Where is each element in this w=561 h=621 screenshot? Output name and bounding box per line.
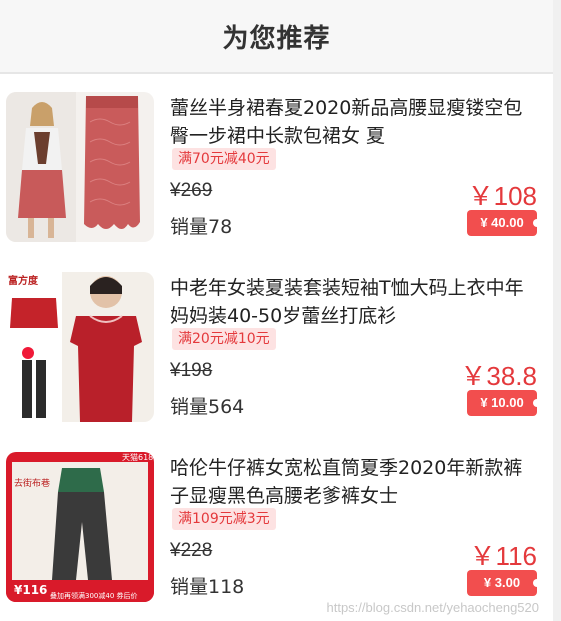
product-title[interactable]: 蕾丝半身裙春夏2020新品高腰显瘦镂空包臀一步裙中长款包裙女 夏 (170, 94, 540, 150)
product-title[interactable]: 哈伦牛仔裤女宽松直筒夏季2020年新款裤子显瘦黑色高腰老爹裤女士 (170, 454, 540, 510)
side-label: 去街布巷 (14, 477, 50, 489)
page-title: 为您推荐 (222, 23, 331, 54)
original-price: ¥269 (170, 180, 213, 201)
scrollbar[interactable] (553, 0, 561, 621)
product-image[interactable] (6, 92, 154, 242)
coupon-button[interactable]: ¥ 3.00 (467, 570, 541, 596)
promo-badge: 满20元减10元 (172, 328, 276, 350)
page-header: 为您推荐 (0, 0, 553, 74)
product-card[interactable]: 蕾丝半身裙春夏2020新品高腰显瘦镂空包臀一步裙中长款包裙女 夏 满70元减40… (0, 92, 553, 252)
product-image[interactable]: 富方度 送 (6, 272, 154, 422)
product-title[interactable]: 中老年女装夏装套装短袖T恤大码上衣中年妈妈装40-50岁蕾丝打底衫 (170, 274, 540, 330)
image-price: ¥116 (14, 583, 47, 597)
recommend-page: 为您推荐 蕾丝半身裙春夏2020新品高腰显瘦镂空包臀一步裙中长款包裙女 夏 满7… (0, 0, 553, 621)
original-price: ¥228 (170, 540, 213, 561)
current-price: ￥38.8 (460, 361, 537, 391)
watermark: https://blog.csdn.net/yehaocheng520 (326, 600, 540, 615)
brand-label: 富方度 (8, 274, 39, 287)
coupon-button[interactable]: ¥ 40.00 (467, 210, 541, 236)
sales-count: 销量78 (170, 216, 233, 238)
current-price: ￥116 (469, 541, 537, 571)
product-card[interactable]: 天猫618 去街布巷 ¥116 叠加再领满300减40 券后价 哈伦牛仔裤女宽松… (0, 452, 553, 612)
sales-count: 销量118 (170, 576, 245, 598)
promo-badge: 满70元减40元 (172, 148, 276, 170)
coupon-button[interactable]: ¥ 10.00 (467, 390, 541, 416)
promo-badge: 满109元减3元 (172, 508, 276, 530)
original-price: ¥198 (170, 360, 213, 381)
current-price: ￥108 (467, 181, 537, 211)
tmall-tag: 天猫618 (122, 452, 153, 462)
image-banner: 叠加再领满300减40 券后价 (50, 591, 138, 600)
product-card[interactable]: 富方度 送 中老年女装夏装套装短袖T恤大码上衣中年妈妈装40-50岁蕾丝打底衫 … (0, 272, 553, 432)
product-image[interactable]: 天猫618 去街布巷 ¥116 叠加再领满300减40 券后价 (6, 452, 154, 602)
sales-count: 销量564 (170, 396, 245, 418)
